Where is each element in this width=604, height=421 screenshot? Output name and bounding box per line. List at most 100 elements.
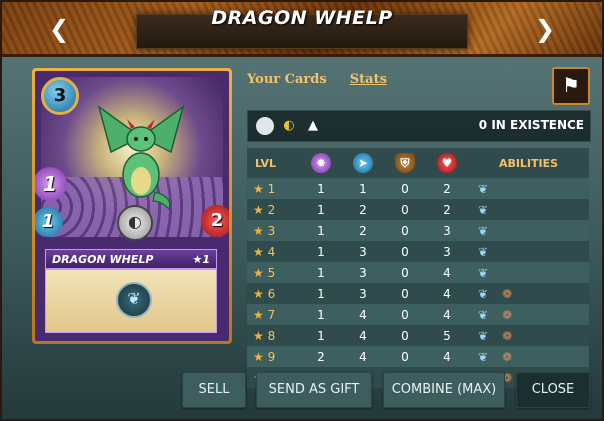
common-rarity-icon: ◐ bbox=[283, 118, 295, 133]
level-value: 6 bbox=[267, 286, 276, 301]
abilities-cell: ❦❁ bbox=[468, 304, 589, 325]
attack-cell: 4 bbox=[342, 304, 384, 325]
star-icon: ★ bbox=[253, 265, 268, 280]
level-cell: ★ 4 bbox=[247, 241, 300, 262]
health-cell: 3 bbox=[426, 241, 468, 262]
level-cell: ★ 3 bbox=[247, 220, 300, 241]
health-cell: 3 bbox=[426, 220, 468, 241]
tab-stats[interactable]: Stats bbox=[350, 72, 387, 87]
star-icon: ★ bbox=[253, 307, 268, 322]
abilities-cell: ❦❁ bbox=[468, 346, 589, 367]
tab-your-cards[interactable]: Your Cards bbox=[247, 72, 327, 87]
dragon-whelp-illustration bbox=[97, 105, 185, 211]
flying-icon[interactable]: ❦ bbox=[478, 203, 488, 217]
existence-count: 0 IN EXISTENCE bbox=[478, 118, 584, 132]
flying-icon[interactable]: ❦ bbox=[478, 308, 488, 322]
armor-cell: 0 bbox=[384, 241, 426, 262]
armor-cell: 0 bbox=[384, 220, 426, 241]
stats-header-row: LVL ✸ ➤ ⛨ ♥ ABILITIES bbox=[247, 148, 589, 178]
speed-cell: 1 bbox=[300, 304, 342, 325]
star-icon: ★ bbox=[253, 223, 268, 238]
speed-cell: 2 bbox=[300, 346, 342, 367]
neutral-element-icon: ◐ bbox=[117, 205, 153, 241]
health-cell: 4 bbox=[426, 346, 468, 367]
attack-cell: 2 bbox=[342, 220, 384, 241]
level-value: 9 bbox=[267, 349, 276, 364]
armor-cell: 0 bbox=[384, 325, 426, 346]
trample-icon[interactable]: ❁ bbox=[502, 350, 512, 364]
stats-body: ★ 1 1 1 0 2 ❦ ★ 2 1 2 0 2 ❦ ★ 3 1 2 0 3 ❦ ★ 4 1 3 0 3 ❦ ★ 5 1 3 0 4 ❦… bbox=[247, 178, 589, 388]
table-row: ★ 4 1 3 0 3 ❦ bbox=[247, 241, 589, 262]
card-level: ★1 bbox=[192, 253, 210, 266]
next-card-chevron-right-icon[interactable]: ❯ bbox=[532, 16, 558, 42]
card-name: DRAGON WHELP bbox=[52, 253, 154, 266]
level-cell: ★ 8 bbox=[247, 325, 300, 346]
armor-cell: 0 bbox=[384, 178, 426, 199]
trample-icon[interactable]: ❁ bbox=[502, 308, 512, 322]
flying-icon[interactable]: ❦ bbox=[478, 329, 488, 343]
flying-icon[interactable]: ❦ bbox=[478, 266, 488, 280]
attack-cell: 3 bbox=[342, 262, 384, 283]
flying-ability-icon: ❦ bbox=[116, 282, 152, 318]
attack-cell: 3 bbox=[342, 241, 384, 262]
speed-cell: 1 bbox=[300, 220, 342, 241]
level-cell: ★ 6 bbox=[247, 283, 300, 304]
level-cell: ★ 2 bbox=[247, 199, 300, 220]
abilities-cell: ❦ bbox=[468, 199, 589, 220]
combine-max-button[interactable]: COMBINE (MAX) bbox=[383, 372, 505, 408]
flying-icon[interactable]: ❦ bbox=[478, 224, 488, 238]
trample-icon[interactable]: ❁ bbox=[502, 329, 512, 343]
share-flag-button[interactable]: ⚑ bbox=[552, 67, 590, 105]
armor-cell: 0 bbox=[384, 199, 426, 220]
flying-icon[interactable]: ❦ bbox=[478, 350, 488, 364]
ranged-attack-icon: ➤ bbox=[353, 153, 373, 173]
card-name-bar: DRAGON WHELP ★1 bbox=[45, 249, 217, 269]
attack-cell: 4 bbox=[342, 346, 384, 367]
health-cell: 2 bbox=[426, 178, 468, 199]
level-value: 7 bbox=[267, 307, 276, 322]
trample-icon[interactable]: ❁ bbox=[502, 287, 512, 301]
health-cell: 2 bbox=[426, 199, 468, 220]
sell-button[interactable]: SELL bbox=[182, 372, 246, 408]
abilities-cell: ❦ bbox=[468, 220, 589, 241]
abilities-cell: ❦❁ bbox=[468, 283, 589, 304]
lvl-header: LVL bbox=[247, 148, 300, 178]
attack-cell: 4 bbox=[342, 325, 384, 346]
flying-icon[interactable]: ❦ bbox=[478, 182, 488, 196]
close-button[interactable]: CLOSE bbox=[516, 372, 590, 408]
speed-cell: 1 bbox=[300, 283, 342, 304]
attack-cell: 2 bbox=[342, 199, 384, 220]
send-as-gift-button[interactable]: SEND AS GIFT bbox=[256, 372, 372, 408]
speed-cell: 1 bbox=[300, 241, 342, 262]
table-row: ★ 9 2 4 0 4 ❦ ❁ bbox=[247, 346, 589, 367]
abilities-cell: ❦ bbox=[468, 241, 589, 262]
table-row: ★ 3 1 2 0 3 ❦ bbox=[247, 220, 589, 241]
level-value: 1 bbox=[267, 181, 276, 196]
speed-cell: 1 bbox=[300, 199, 342, 220]
armor-header: ⛨ bbox=[384, 148, 426, 178]
level-value: 4 bbox=[267, 244, 276, 259]
level-value: 3 bbox=[267, 223, 276, 238]
health-cell: 4 bbox=[426, 262, 468, 283]
health-cell: 5 bbox=[426, 325, 468, 346]
table-row: ★ 6 1 3 0 4 ❦ ❁ bbox=[247, 283, 589, 304]
attack-cell: 1 bbox=[342, 178, 384, 199]
level-value: 8 bbox=[267, 328, 276, 343]
edition-icon: ▲ bbox=[308, 118, 318, 133]
armor-cell: 0 bbox=[384, 262, 426, 283]
attack-cell: 3 bbox=[342, 283, 384, 304]
previous-card-chevron-left-icon[interactable]: ❮ bbox=[46, 16, 72, 42]
card-info-bar: ◐ ▲ 0 IN EXISTENCE bbox=[247, 110, 591, 142]
level-value: 2 bbox=[267, 202, 276, 217]
table-row: ★ 7 1 4 0 4 ❦ ❁ bbox=[247, 304, 589, 325]
health-badge: 2 bbox=[201, 205, 229, 237]
flying-icon[interactable]: ❦ bbox=[478, 245, 488, 259]
abilities-header: ABILITIES bbox=[468, 148, 589, 178]
star-icon: ★ bbox=[253, 349, 268, 364]
level-cell: ★ 5 bbox=[247, 262, 300, 283]
star-icon: ★ bbox=[253, 328, 268, 343]
stats-table: LVL ✸ ➤ ⛨ ♥ ABILITIES ★ 1 1 1 0 2 ❦ ★ 2 1 2 0 2 ❦ ★ … bbox=[247, 148, 589, 388]
armor-cell: 0 bbox=[384, 346, 426, 367]
flying-icon[interactable]: ❦ bbox=[478, 287, 488, 301]
star-icon: ★ bbox=[253, 202, 268, 217]
